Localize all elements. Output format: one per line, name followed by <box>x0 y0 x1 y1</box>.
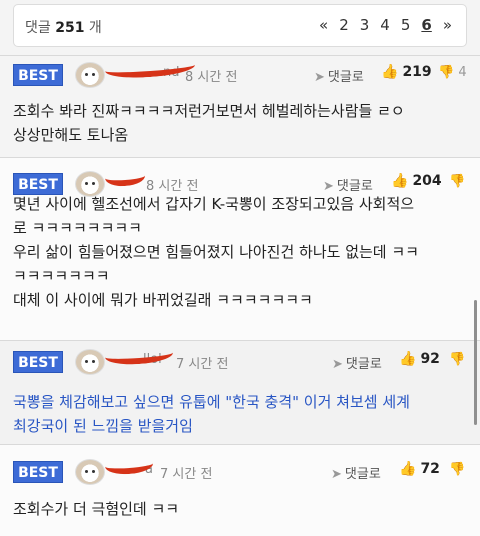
upvote-button[interactable]: 👍 92 <box>399 351 440 367</box>
reply-button[interactable]: ➤ 댓글로 <box>331 463 381 482</box>
downvote-button[interactable]: 👎 <box>449 174 465 189</box>
upvote-count: 92 <box>420 351 440 367</box>
comment-text: 몇년 사이에 헬조선에서 갑자기 K-국뽕이 조장되고있음 사회적으 로 ㅋㅋㅋ… <box>13 192 471 312</box>
scrollbar[interactable] <box>474 300 477 425</box>
downvote-button[interactable]: 👎 <box>449 462 465 477</box>
comment-line: 조회수 봐라 진짜ㅋㅋㅋㅋ저런거보면서 헤벌레하는사람들 ㄹㅇ <box>13 102 405 120</box>
thumbs-up-icon: 👍 <box>391 173 409 189</box>
comment-line: 최강국이 된 느낌을 받을거임 <box>13 417 193 435</box>
comment-line: 조회수가 더 극혐인데 ㅋㅋ <box>13 500 180 518</box>
upvote-count: 204 <box>412 173 442 189</box>
prev-page-button[interactable]: « <box>319 16 328 34</box>
avatar[interactable] <box>75 62 105 88</box>
thumbs-up-icon: 👍 <box>399 461 417 477</box>
page-list: « 2 3 4 5 6 » <box>319 16 452 34</box>
timestamp: 7 시간 전 <box>176 357 229 372</box>
reply-arrow-icon: ➤ <box>332 357 343 372</box>
reply-button[interactable]: ➤ 댓글로 <box>332 353 382 372</box>
reply-button[interactable]: ➤ 댓글로 <box>314 66 364 85</box>
reply-label: 댓글로 <box>344 467 381 482</box>
comment-pager: 댓글 251 개 « 2 3 4 5 6 » <box>13 4 467 47</box>
current-page-link[interactable]: 6 <box>421 16 431 34</box>
thumbs-up-icon: 👍 <box>381 64 399 80</box>
downvote-count: 4 <box>458 65 467 80</box>
thumbs-up-icon: 👍 <box>399 351 417 367</box>
comment-count-label: 댓글 <box>25 20 51 36</box>
comment-text: 조회수 봐라 진짜ㅋㅋㅋㅋ저런거보면서 헤벌레하는사람들 ㄹㅇ 상상만해도 토나… <box>13 99 471 147</box>
upvote-count: 72 <box>420 461 440 477</box>
thumbs-down-icon: 👎 <box>438 65 455 80</box>
comment-line: 우리 삶이 힘들어졌으면 힘들어졌지 나아진건 하나도 없는데 ㅋㅋ <box>13 243 419 261</box>
redaction-scribble <box>104 166 146 188</box>
comment-line: 대체 이 사이에 뭐가 바뀌었길래 ㅋㅋㅋㅋㅋㅋㅋ <box>13 291 313 309</box>
avatar[interactable] <box>75 349 105 375</box>
page-3-link[interactable]: 3 <box>360 16 370 34</box>
reply-arrow-icon: ➤ <box>314 70 325 85</box>
page-5-link[interactable]: 5 <box>401 16 411 34</box>
best-badge: BEST <box>13 351 63 373</box>
reply-arrow-icon: ➤ <box>331 467 342 482</box>
comment-count-value: 251 <box>55 20 85 36</box>
upvote-count: 219 <box>402 64 432 80</box>
comment-count-unit: 개 <box>88 20 102 36</box>
page-2-link[interactable]: 2 <box>339 16 349 34</box>
reply-label: 댓글로 <box>345 357 382 372</box>
timestamp: 8 시간 전 <box>185 70 238 85</box>
comment-item: BEST 8 시간 전 ➤ 댓글로 👍 204 👎 몇년 사이에 헬조선에서 갑자기… <box>0 157 480 340</box>
comment-line: ㅋㅋㅋㅋㅋㅋㅋ <box>13 267 110 285</box>
best-badge: BEST <box>13 461 63 483</box>
avatar[interactable] <box>75 459 105 485</box>
redaction-scribble <box>104 55 196 81</box>
next-page-button[interactable]: » <box>443 16 452 34</box>
comment-line: 국뽕을 체감해보고 싶으면 유툽에 "한국 충격" 이거 쳐보셈 세계 <box>13 393 410 411</box>
reply-label: 댓글로 <box>327 70 364 85</box>
timestamp: 7 시간 전 <box>160 467 213 482</box>
thumbs-down-icon: 👎 <box>449 174 466 189</box>
comment-text: 조회수가 더 극혐인데 ㅋㅋ <box>13 497 471 521</box>
comment-line: 로 ㅋㅋㅋㅋㅋㅋㅋㅋ <box>13 219 142 237</box>
upvote-button[interactable]: 👍 72 <box>399 461 440 477</box>
comment-item: BEST a 7 시간 전 ➤ 댓글로 👍 72 👎 조회수가 더 극혐인데 ㅋㅋ <box>0 444 480 536</box>
downvote-button[interactable]: 👎 <box>449 352 465 367</box>
thumbs-down-icon: 👎 <box>449 462 466 477</box>
upvote-button[interactable]: 👍 204 <box>391 173 442 189</box>
upvote-button[interactable]: 👍 219 <box>381 64 432 80</box>
comment-line: 몇년 사이에 헬조선에서 갑자기 K-국뽕이 조장되고있음 사회적으 <box>13 195 415 213</box>
redaction-scribble <box>104 343 174 367</box>
thumbs-down-icon: 👎 <box>449 352 466 367</box>
comment-item: BEST nd 8 시간 전 ➤ 댓글로 👍 219 👎 4 조회수 봐라 진짜ㅋㅋ… <box>0 55 480 157</box>
downvote-button[interactable]: 👎 4 <box>438 65 467 80</box>
comment-item: BEST llol 7 시간 전 ➤ 댓글로 👍 92 👎 국뽕을 체감해보고 싶으… <box>0 340 480 444</box>
comment-line: 상상만해도 토나옴 <box>13 126 129 144</box>
page-4-link[interactable]: 4 <box>380 16 390 34</box>
best-badge: BEST <box>13 64 63 86</box>
comment-count: 댓글 251 개 <box>25 17 102 37</box>
comment-text: 국뽕을 체감해보고 싶으면 유툽에 "한국 충격" 이거 쳐보셈 세계 최강국이… <box>13 390 471 438</box>
